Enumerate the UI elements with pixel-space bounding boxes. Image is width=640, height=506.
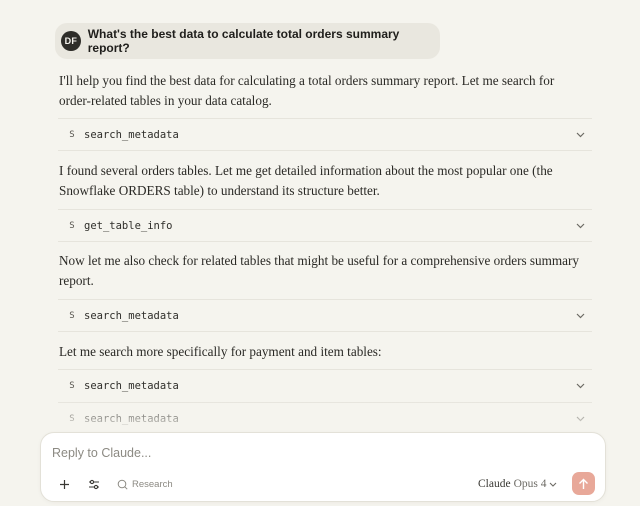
tool-icon: S [69,129,75,140]
tool-icon: S [69,413,75,424]
model-name: Claude [478,478,511,490]
tools-button[interactable] [83,473,105,495]
assistant-paragraph: I'll help you find the best data for cal… [59,73,555,108]
conversation-view: DF What's the best data to calculate tot… [0,0,640,430]
reply-input[interactable] [52,443,552,463]
chevron-down-icon[interactable] [574,129,586,141]
tool-name: search_metadata [84,309,179,322]
tool-call-search-metadata[interactable]: S search_metadata [58,118,592,151]
plus-icon [59,479,69,489]
chevron-down-icon[interactable] [574,310,586,322]
tool-icon: S [69,381,75,391]
sliders-icon [89,479,99,489]
tool-call-search-metadata[interactable]: S search_metadata [58,299,592,332]
chevron-down-icon[interactable] [574,380,586,392]
chevron-down-icon[interactable] [574,220,586,232]
user-message-text: What's the best data to calculate total … [87,27,400,55]
model-selector[interactable]: Claude Opus 4 [478,474,557,494]
send-button[interactable] [572,472,595,495]
assistant-paragraph: I found several orders tables. Let me ge… [59,163,553,198]
research-label: Research [132,478,173,490]
tool-icon: S [69,310,75,321]
tool-icon: S [69,220,75,231]
model-version: Opus 4 [513,478,547,490]
tool-call-search-metadata[interactable]: S search_metadata [58,369,592,402]
add-attachment-button[interactable] [53,473,75,495]
tool-name: search_metadata [84,128,179,141]
tool-name: get_table_info [84,219,173,232]
tool-call-get-table-info[interactable]: S get_table_info [58,209,592,242]
research-icon [117,479,128,490]
tool-name: search_metadata [84,380,179,392]
research-button[interactable]: Research [117,473,173,495]
assistant-paragraph: Let me search more specifically for paym… [59,344,382,359]
message-composer: Research Claude Opus 4 [40,432,606,502]
assistant-paragraph: Now let me also check for related tables… [59,253,579,288]
tool-name: search_metadata [84,412,179,425]
user-message: DF What's the best data to calculate tot… [55,23,440,59]
arrow-up-icon [579,478,588,489]
user-avatar: DF [61,31,81,51]
tool-call-search-metadata[interactable]: S search_metadata [58,402,592,430]
chevron-down-icon [550,482,557,487]
chevron-down-icon[interactable] [574,413,586,425]
